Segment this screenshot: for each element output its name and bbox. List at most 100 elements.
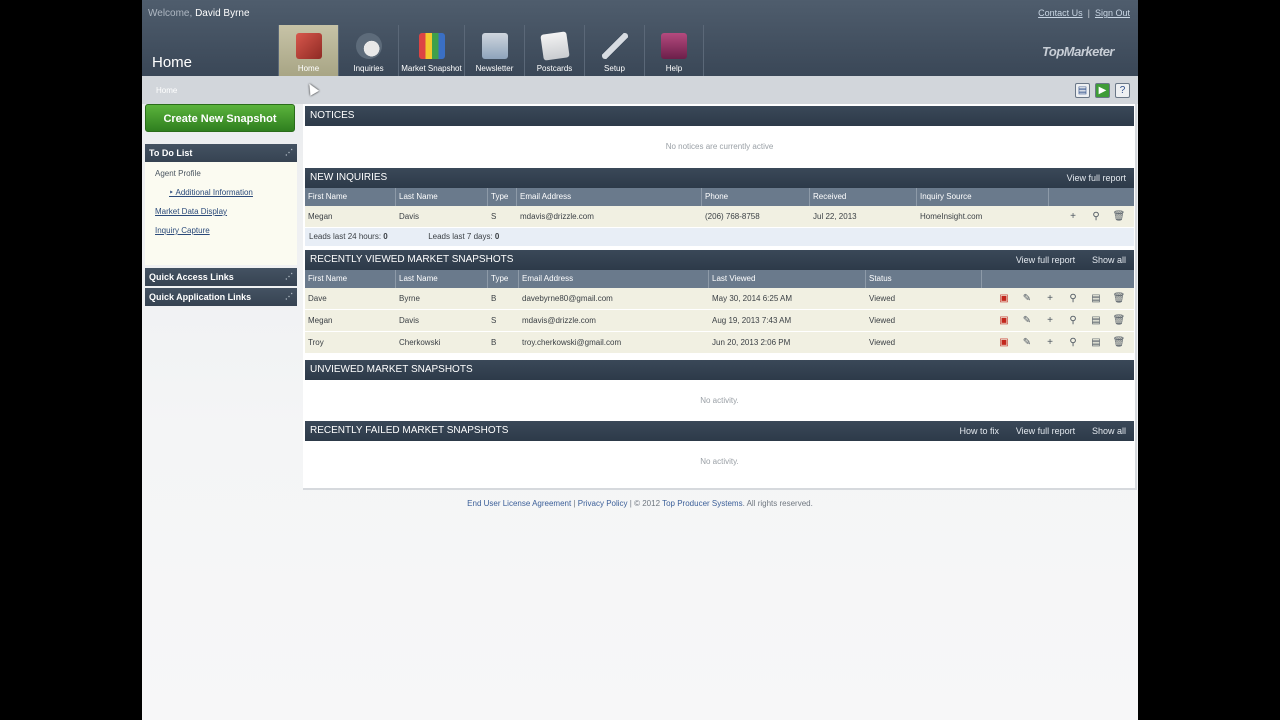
- quick-application-links-title: Quick Application Links: [149, 292, 252, 302]
- play-video-icon[interactable]: ▶: [1095, 83, 1110, 98]
- nav-help-label: Help: [665, 64, 683, 73]
- viewed-view-full-report-link[interactable]: View full report: [1016, 255, 1075, 265]
- unviewed-title: UNVIEWED MARKET SNAPSHOTS: [310, 364, 473, 375]
- welcome-text: Welcome, David Byrne: [148, 8, 250, 19]
- nav-market-snapshot[interactable]: Market Snapshot: [398, 25, 464, 76]
- pdf-icon[interactable]: ▣: [997, 314, 1011, 328]
- contact-us-link[interactable]: Contact Us: [1038, 8, 1083, 18]
- table-row[interactable]: Megan Davis S mdavis@drizzle.com (206) 7…: [305, 206, 1134, 228]
- how-to-fix-link[interactable]: How to fix: [960, 426, 1000, 436]
- add-icon[interactable]: +: [1043, 292, 1057, 306]
- todo-market-data-display[interactable]: Market Data Display: [155, 207, 297, 226]
- new-inquiries-section: NEW INQUIRIES View full report First Nam…: [305, 168, 1134, 246]
- edit-icon[interactable]: ✎: [1020, 292, 1034, 306]
- table-row[interactable]: Megan Davis S mdavis@drizzle.com Aug 19,…: [305, 310, 1134, 332]
- viewed-show-all-link[interactable]: Show all: [1092, 255, 1126, 265]
- col-phone[interactable]: Phone: [702, 188, 810, 206]
- nav-newsletter-label: Newsletter: [475, 64, 514, 73]
- nav-inquiries[interactable]: Inquiries: [338, 25, 398, 76]
- col-first-name[interactable]: First Name: [305, 270, 396, 288]
- col-inquiry-source[interactable]: Inquiry Source: [917, 188, 1049, 206]
- failed-view-full-report-link[interactable]: View full report: [1016, 426, 1075, 436]
- add-icon[interactable]: +: [1043, 336, 1057, 350]
- help-icon[interactable]: ?: [1115, 83, 1130, 98]
- separator: |: [1087, 8, 1090, 18]
- resize-grip-icon: ⋰: [285, 148, 293, 157]
- breadcrumb[interactable]: Home: [156, 86, 177, 95]
- nav-postcards[interactable]: Postcards: [524, 25, 584, 76]
- cell-email: davebyrne80@gmail.com: [522, 294, 613, 303]
- privacy-policy-link[interactable]: Privacy Policy: [578, 499, 628, 508]
- search-icon[interactable]: ⚲: [1066, 336, 1080, 350]
- edit-icon[interactable]: ✎: [1020, 314, 1034, 328]
- nav-home[interactable]: Home: [278, 25, 338, 76]
- printer-icon[interactable]: ▤: [1075, 83, 1090, 98]
- col-last-name[interactable]: Last Name: [396, 188, 488, 206]
- trash-icon[interactable]: 🗑: [1112, 292, 1126, 306]
- document-icon[interactable]: ▤: [1089, 292, 1103, 306]
- col-first-name[interactable]: First Name: [305, 188, 396, 206]
- new-inquiries-title: NEW INQUIRIES: [310, 172, 388, 183]
- edit-icon[interactable]: ✎: [1020, 336, 1034, 350]
- add-icon[interactable]: +: [1066, 210, 1080, 224]
- cell-type: S: [491, 316, 497, 325]
- cell-last-name: Davis: [399, 316, 420, 325]
- todo-agent-profile: Agent Profile: [155, 169, 201, 178]
- todo-additional-information[interactable]: ‣ Additional Information: [155, 188, 297, 207]
- search-icon[interactable]: ⚲: [1066, 292, 1080, 306]
- failed-header: RECENTLY FAILED MARKET SNAPSHOTS How to …: [305, 421, 1134, 441]
- col-last-name[interactable]: Last Name: [396, 270, 488, 288]
- cell-status: Viewed: [869, 338, 896, 347]
- table-row[interactable]: Troy Cherkowski B troy.cherkowski@gmail.…: [305, 332, 1134, 354]
- newspaper-icon: [481, 33, 508, 59]
- quick-access-links-header[interactable]: Quick Access Links ⋰: [145, 268, 297, 286]
- company-link[interactable]: Top Producer Systems: [662, 499, 742, 508]
- nav-newsletter[interactable]: Newsletter: [464, 25, 524, 76]
- failed-section: RECENTLY FAILED MARKET SNAPSHOTS How to …: [305, 421, 1134, 483]
- nav-inquiries-label: Inquiries: [353, 64, 384, 73]
- eula-link[interactable]: End User License Agreement: [467, 499, 571, 508]
- document-icon[interactable]: ▤: [1089, 336, 1103, 350]
- sub-bar: Home ▤ ▶ ?: [142, 76, 1138, 104]
- copyright-text: | © 2012: [629, 499, 661, 508]
- wrench-icon: [601, 33, 628, 59]
- nav-setup-label: Setup: [604, 64, 625, 73]
- book-help-icon: [661, 33, 687, 59]
- page-title: Home: [152, 54, 193, 71]
- sub-bar-icons: ▤ ▶ ?: [1075, 83, 1130, 98]
- add-icon[interactable]: +: [1043, 314, 1057, 328]
- col-type[interactable]: Type: [488, 270, 519, 288]
- top-bar: Welcome, David Byrne Contact Us | Sign Out…: [142, 0, 1138, 76]
- nav-setup[interactable]: Setup: [584, 25, 644, 76]
- inquiries-view-full-report-link[interactable]: View full report: [1067, 173, 1126, 183]
- col-last-viewed[interactable]: Last Viewed: [709, 270, 866, 288]
- failed-show-all-link[interactable]: Show all: [1092, 426, 1126, 436]
- pdf-icon[interactable]: ▣: [997, 336, 1011, 350]
- col-email[interactable]: Email Address: [519, 270, 709, 288]
- trash-icon[interactable]: 🗑: [1112, 210, 1126, 224]
- pdf-icon[interactable]: ▣: [997, 292, 1011, 306]
- col-email[interactable]: Email Address: [517, 188, 702, 206]
- col-type[interactable]: Type: [488, 188, 517, 206]
- todo-inquiry-capture[interactable]: Inquiry Capture: [155, 226, 297, 245]
- cell-last-name: Cherkowski: [399, 338, 441, 347]
- leads-7d-label: Leads last 7 days:: [428, 232, 493, 241]
- footer: End User License Agreement | Privacy Pol…: [142, 499, 1138, 508]
- create-new-snapshot-button[interactable]: Create New Snapshot: [145, 104, 295, 132]
- document-icon[interactable]: ▤: [1089, 314, 1103, 328]
- trash-icon[interactable]: 🗑: [1112, 336, 1126, 350]
- trash-icon[interactable]: 🗑: [1112, 314, 1126, 328]
- col-status[interactable]: Status: [866, 270, 982, 288]
- resize-grip-icon: ⋰: [285, 272, 293, 281]
- sign-out-link[interactable]: Sign Out: [1095, 8, 1130, 18]
- quick-access-links-title: Quick Access Links: [149, 272, 234, 282]
- table-row[interactable]: Dave Byrne B davebyrne80@gmail.com May 3…: [305, 288, 1134, 310]
- leads-7d-value: 0: [494, 232, 500, 241]
- todo-list-header[interactable]: To Do List ⋰: [145, 144, 297, 162]
- nav-help[interactable]: Help: [644, 25, 704, 76]
- search-icon[interactable]: ⚲: [1089, 210, 1103, 224]
- quick-application-links-header[interactable]: Quick Application Links ⋰: [145, 288, 297, 306]
- cell-email: troy.cherkowski@gmail.com: [522, 338, 622, 347]
- col-received[interactable]: Received: [810, 188, 917, 206]
- search-icon[interactable]: ⚲: [1066, 314, 1080, 328]
